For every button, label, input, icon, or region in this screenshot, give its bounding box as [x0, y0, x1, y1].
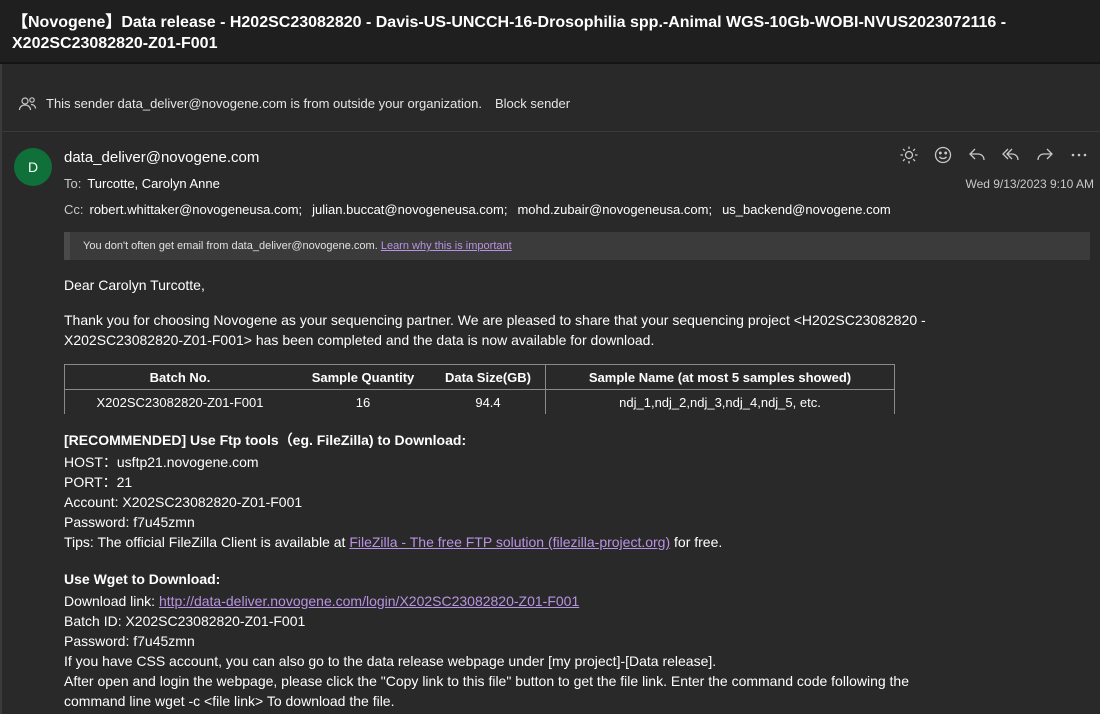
data-release-table: Batch No. Sample Quantity Data Size(GB) …: [64, 364, 895, 414]
cc-recipient[interactable]: julian.buccat@novogeneusa.com;: [312, 202, 507, 217]
emoji-icon[interactable]: [926, 144, 960, 166]
filezilla-link[interactable]: FileZilla - The free FTP solution (filez…: [349, 534, 670, 550]
ftp-password: Password: f7u45zmn: [64, 514, 195, 530]
download-link-line: Download link: http://data-deliver.novog…: [64, 591, 964, 611]
table-header-row: Batch No. Sample Quantity Data Size(GB) …: [64, 364, 895, 390]
table-cell: 16: [355, 394, 371, 410]
block-sender-link[interactable]: Block sender: [495, 96, 570, 111]
to-label: To:: [64, 176, 82, 191]
tips-suffix: for free.: [674, 534, 723, 550]
cc-recipient[interactable]: us_backend@novogene.com: [722, 202, 891, 217]
table-row: X202SC23082820-Z01-F001 16 94.4 ndj_1,nd…: [64, 389, 895, 414]
column-header: Sample Quantity: [295, 364, 431, 390]
column-header: Sample Name (at most 5 samples showed): [545, 364, 895, 390]
css-account-note: If you have CSS account, you can also go…: [64, 653, 717, 669]
column-header: Batch No.: [64, 364, 295, 390]
greeting: Dear Carolyn Turcotte,: [64, 277, 205, 293]
more-icon[interactable]: [1062, 144, 1096, 166]
avatar[interactable]: D: [14, 148, 52, 186]
download-link-label: Download link:: [64, 593, 156, 609]
ftp-host: HOST：usftp21.novogene.com: [64, 454, 259, 470]
ftp-port: PORT：21: [64, 474, 133, 490]
forward-icon[interactable]: [1028, 144, 1062, 166]
column-header: Data Size(GB): [431, 364, 546, 390]
external-sender-banner: This sender data_deliver@novogene.com is…: [0, 76, 1100, 132]
reply-all-icon[interactable]: [994, 144, 1028, 166]
message-actions: [892, 144, 1096, 166]
notice-text: You don't often get email from data_deli…: [83, 240, 378, 252]
wget-heading: Use Wget to Download:: [64, 571, 221, 587]
download-link[interactable]: http://data-deliver.novogene.com/login/X…: [159, 593, 579, 609]
wget-password: Password: f7u45zmn: [64, 633, 195, 649]
cc-recipient[interactable]: mohd.zubair@novogeneusa.com;: [517, 202, 712, 217]
external-warning-text: This sender data_deliver@novogene.com is…: [46, 96, 482, 111]
tips-prefix: Tips: The official FileZilla Client is a…: [64, 534, 346, 550]
infrequent-sender-notice: You don't often get email from data_deli…: [64, 232, 1090, 260]
intro-paragraph: Thank you for choosing Novogene as your …: [64, 312, 926, 348]
ftp-account: Account: X202SC23082820-Z01-F001: [64, 494, 303, 510]
table-cell: X202SC23082820-Z01-F001: [64, 389, 295, 414]
cc-label: Cc:: [64, 202, 84, 217]
wget-section: Use Wget to Download: Download link: htt…: [64, 569, 964, 711]
cc-recipient[interactable]: robert.whittaker@novogeneusa.com;: [90, 202, 303, 217]
external-people-icon: [18, 96, 38, 112]
email-subject: 【Novogene】Data release - H202SC23082820 …: [0, 0, 1100, 64]
ftp-tips: Tips: The official FileZilla Client is a…: [64, 532, 722, 552]
reply-icon[interactable]: [960, 144, 994, 166]
ftp-section: [RECOMMENDED] Use Ftp tools（eg. FileZill…: [64, 430, 722, 552]
wget-instructions: After open and login the webpage, please…: [64, 673, 909, 709]
divider: [0, 64, 2, 714]
to-recipient[interactable]: Turcotte, Carolyn Anne: [87, 176, 219, 191]
table-cell: 94.4: [475, 394, 501, 410]
learn-why-link[interactable]: Learn why this is important: [381, 240, 512, 252]
cc-line: Cc: robert.whittaker@novogeneusa.com; juli…: [64, 202, 901, 217]
sender-address[interactable]: data_deliver@novogene.com: [64, 149, 259, 166]
ftp-heading: [RECOMMENDED] Use Ftp tools（eg. FileZill…: [64, 432, 467, 448]
table-cell: ndj_1,ndj_2,ndj_3,ndj_4,ndj_5, etc.: [545, 389, 895, 414]
email-date: Wed 9/13/2023 9:10 AM: [965, 177, 1094, 191]
batch-id: Batch ID: X202SC23082820-Z01-F001: [64, 613, 306, 629]
sun-icon[interactable]: [892, 144, 926, 166]
to-line: To: Turcotte, Carolyn Anne: [64, 176, 220, 191]
